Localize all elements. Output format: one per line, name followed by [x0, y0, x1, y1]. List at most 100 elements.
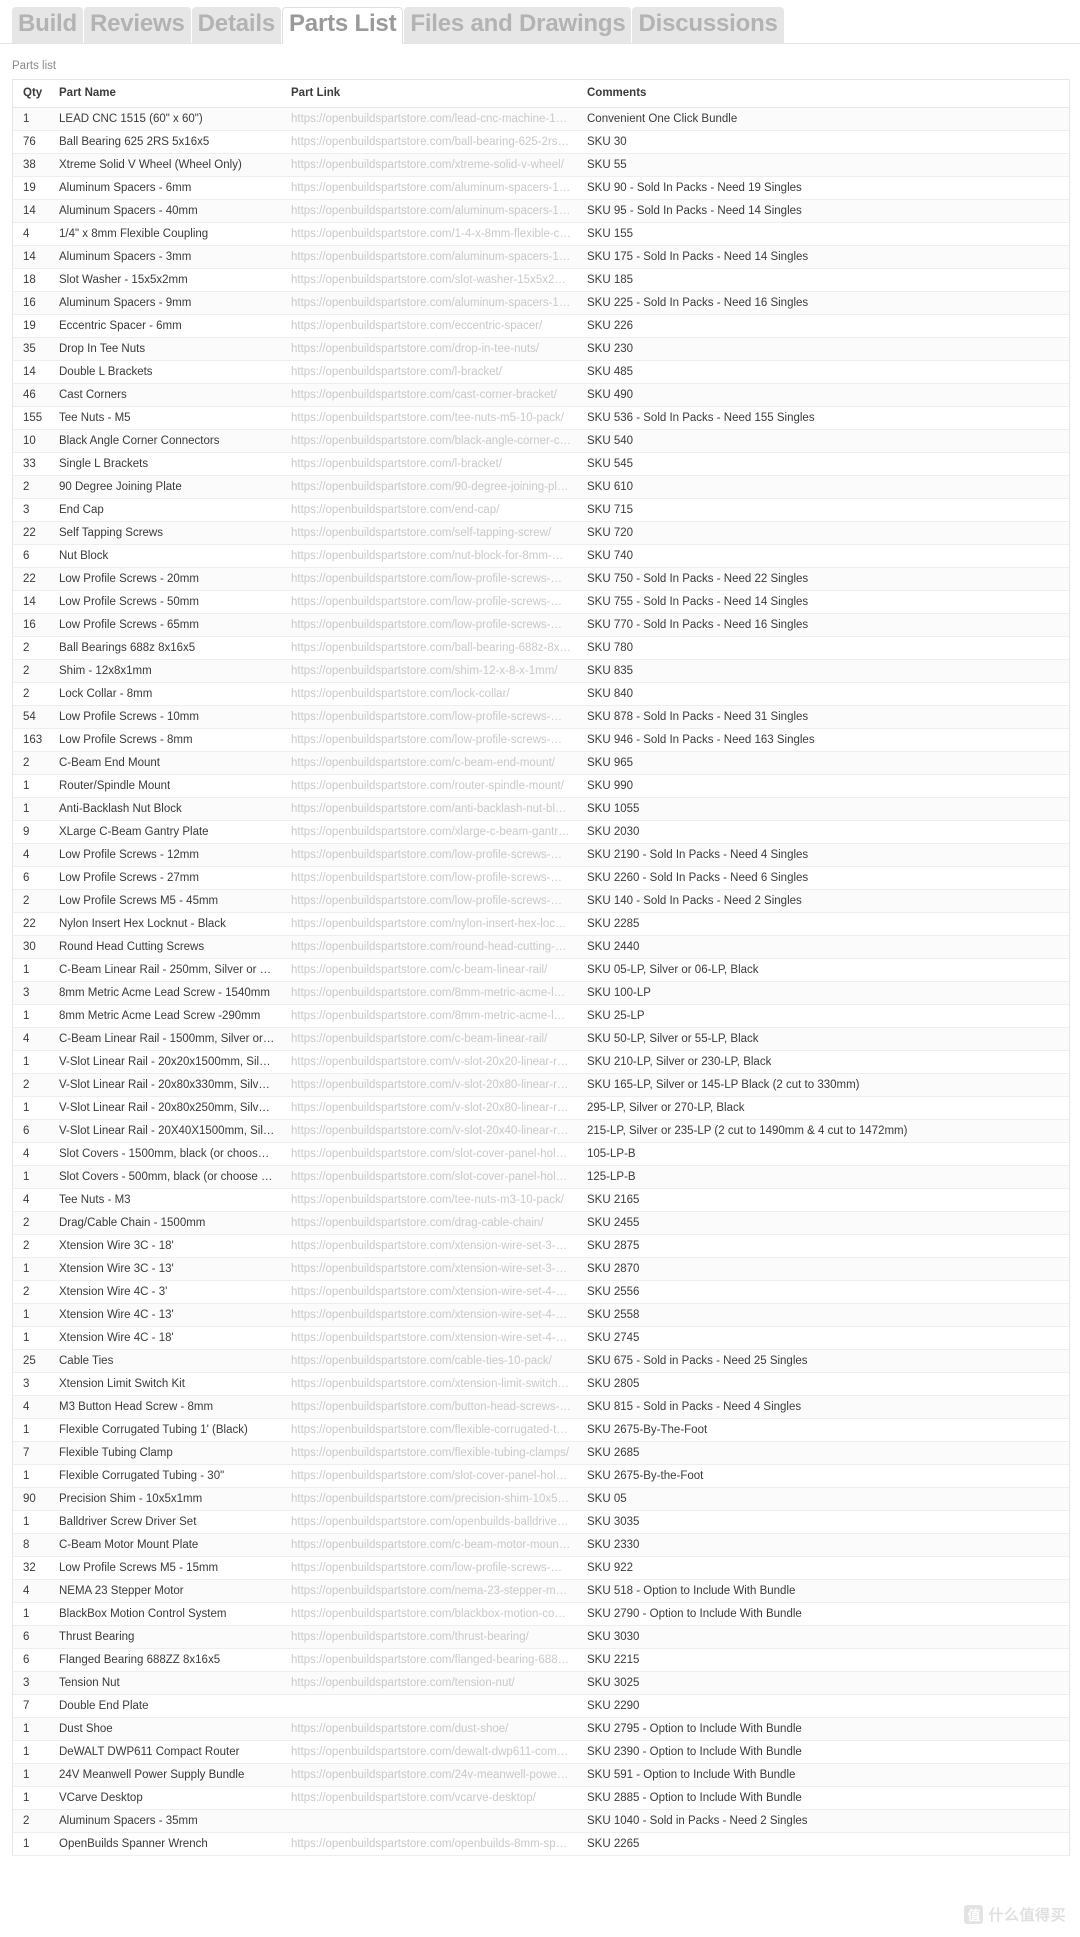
cell-qty: 2	[13, 636, 51, 660]
cell-name: Low Profile Screws M5 - 45mm	[51, 889, 283, 913]
cell-link[interactable]: https://openbuildspartstore.com/8mm-metr…	[283, 981, 579, 1005]
cell-link[interactable]: https://openbuildspartstore.com/blackbox…	[283, 1602, 579, 1626]
cell-link[interactable]: https://openbuildspartstore.com/slot-cov…	[283, 1165, 579, 1189]
cell-link[interactable]: https://openbuildspartstore.com/ball-bea…	[283, 636, 579, 660]
cell-link[interactable]: https://openbuildspartstore.com/xtension…	[283, 1280, 579, 1304]
tab-discussions[interactable]: Discussions	[632, 7, 784, 43]
cell-link[interactable]: https://openbuildspartstore.com/v-slot-2…	[283, 1096, 579, 1120]
cell-link[interactable]: https://openbuildspartstore.com/low-prof…	[283, 705, 579, 729]
cell-link[interactable]: https://openbuildspartstore.com/flexible…	[283, 1418, 579, 1442]
cell-link[interactable]: https://openbuildspartstore.com/dust-sho…	[283, 1717, 579, 1741]
cell-link[interactable]: https://openbuildspartstore.com/tension-…	[283, 1671, 579, 1695]
tab-files-and-drawings[interactable]: Files and Drawings	[404, 7, 632, 43]
cell-link[interactable]: https://openbuildspartstore.com/cast-cor…	[283, 383, 579, 407]
cell-link[interactable]: https://openbuildspartstore.com/v-slot-2…	[283, 1119, 579, 1143]
column-header-com[interactable]: Comments	[579, 80, 1069, 108]
cell-link[interactable]: https://openbuildspartstore.com/vcarve-d…	[283, 1786, 579, 1810]
cell-qty: 4	[13, 1188, 51, 1212]
cell-link[interactable]: https://openbuildspartstore.com/c-beam-l…	[283, 958, 579, 982]
cell-link[interactable]: https://openbuildspartstore.com/slot-cov…	[283, 1142, 579, 1166]
cell-link[interactable]: https://openbuildspartstore.com/aluminum…	[283, 176, 579, 200]
cell-link[interactable]: https://openbuildspartstore.com/shim-12-…	[283, 659, 579, 683]
cell-link[interactable]: https://openbuildspartstore.com/xtension…	[283, 1303, 579, 1327]
cell-link[interactable]: https://openbuildspartstore.com/tee-nuts…	[283, 1188, 579, 1212]
cell-link[interactable]: https://openbuildspartstore.com/low-prof…	[283, 728, 579, 752]
cell-link[interactable]: https://openbuildspartstore.com/low-prof…	[283, 843, 579, 867]
cell-link[interactable]: https://openbuildspartstore.com/cable-ti…	[283, 1349, 579, 1373]
cell-link[interactable]: https://openbuildspartstore.com/low-prof…	[283, 590, 579, 614]
cell-link[interactable]: https://openbuildspartstore.com/flexible…	[283, 1441, 579, 1465]
cell-link[interactable]: https://openbuildspartstore.com/router-s…	[283, 774, 579, 798]
cell-link[interactable]: https://openbuildspartstore.com/low-prof…	[283, 567, 579, 591]
cell-link[interactable]: https://openbuildspartstore.com/openbuil…	[283, 1510, 579, 1534]
cell-link[interactable]: https://openbuildspartstore.com/tee-nuts…	[283, 406, 579, 430]
cell-link[interactable]: https://openbuildspartstore.com/l-bracke…	[283, 452, 579, 476]
cell-link[interactable]: https://openbuildspartstore.com/nylon-in…	[283, 912, 579, 936]
cell-link[interactable]: https://openbuildspartstore.com/nema-23-…	[283, 1579, 579, 1603]
cell-link[interactable]: https://openbuildspartstore.com/l-bracke…	[283, 360, 579, 384]
tab-reviews[interactable]: Reviews	[84, 7, 191, 43]
cell-link[interactable]: https://openbuildspartstore.com/aluminum…	[283, 199, 579, 223]
cell-link[interactable]: https://openbuildspartstore.com/aluminum…	[283, 291, 579, 315]
cell-link[interactable]: https://openbuildspartstore.com/ball-bea…	[283, 130, 579, 154]
cell-link[interactable]: https://openbuildspartstore.com/black-an…	[283, 429, 579, 453]
cell-link[interactable]: https://openbuildspartstore.com/slot-cov…	[283, 1464, 579, 1488]
cell-link[interactable]: https://openbuildspartstore.com/lead-cnc…	[283, 107, 579, 131]
cell-link[interactable]: https://openbuildspartstore.com/xtreme-s…	[283, 153, 579, 177]
column-header-link[interactable]: Part Link	[283, 80, 579, 108]
cell-link[interactable]: https://openbuildspartstore.com/dewalt-d…	[283, 1740, 579, 1764]
cell-link[interactable]: https://openbuildspartstore.com/slot-was…	[283, 268, 579, 292]
cell-link[interactable]: https://openbuildspartstore.com/xtension…	[283, 1326, 579, 1350]
cell-qty: 1	[13, 1763, 51, 1787]
column-header-name[interactable]: Part Name	[51, 80, 283, 108]
cell-link[interactable]: https://openbuildspartstore.com/nut-bloc…	[283, 544, 579, 568]
cell-link[interactable]: https://openbuildspartstore.com/drop-in-…	[283, 337, 579, 361]
cell-link[interactable]: https://openbuildspartstore.com/c-beam-m…	[283, 1533, 579, 1557]
cell-link[interactable]: https://openbuildspartstore.com/low-prof…	[283, 889, 579, 913]
cell-link[interactable]: https://openbuildspartstore.com/button-h…	[283, 1395, 579, 1419]
column-header-qty[interactable]: Qty	[13, 80, 51, 108]
cell-link[interactable]: https://openbuildspartstore.com/xtension…	[283, 1234, 579, 1258]
cell-qty: 3	[13, 1671, 51, 1695]
cell-link[interactable]	[283, 1694, 579, 1718]
cell-link[interactable]: https://openbuildspartstore.com/low-prof…	[283, 866, 579, 890]
cell-link[interactable]: https://openbuildspartstore.com/24v-mean…	[283, 1763, 579, 1787]
cell-link[interactable]: https://openbuildspartstore.com/round-he…	[283, 935, 579, 959]
cell-link[interactable]: https://openbuildspartstore.com/flanged-…	[283, 1648, 579, 1672]
cell-com: SKU 2795 - Option to Include With Bundle	[579, 1717, 1069, 1741]
tab-parts-list[interactable]: Parts List	[281, 7, 404, 44]
cell-link[interactable]: https://openbuildspartstore.com/aluminum…	[283, 245, 579, 269]
cell-link[interactable]: https://openbuildspartstore.com/v-slot-2…	[283, 1050, 579, 1074]
tab-details[interactable]: Details	[191, 7, 281, 43]
cell-link[interactable]: https://openbuildspartstore.com/xtension…	[283, 1372, 579, 1396]
cell-com: SKU 740	[579, 544, 1069, 568]
cell-link[interactable]: https://openbuildspartstore.com/v-slot-2…	[283, 1073, 579, 1097]
cell-link[interactable]: https://openbuildspartstore.com/8mm-metr…	[283, 1004, 579, 1028]
cell-link[interactable]: https://openbuildspartstore.com/1-4-x-8m…	[283, 222, 579, 246]
table-row: 14 Aluminum Spacers - 3mm https://openbuil…	[13, 245, 1069, 269]
cell-link[interactable]: https://openbuildspartstore.com/xtension…	[283, 1257, 579, 1281]
tab-bar[interactable]: Build Reviews Details Parts List Files and D…	[0, 0, 1080, 44]
cell-link[interactable]: https://openbuildspartstore.com/self-tap…	[283, 521, 579, 545]
cell-link[interactable]: https://openbuildspartstore.com/eccentri…	[283, 314, 579, 338]
table-row: 38 Xtreme Solid V Wheel (Wheel Only) https…	[13, 153, 1069, 177]
cell-link[interactable]: https://openbuildspartstore.com/end-cap/	[283, 498, 579, 522]
cell-link[interactable]: https://openbuildspartstore.com/precisio…	[283, 1487, 579, 1511]
cell-link[interactable]: https://openbuildspartstore.com/low-prof…	[283, 1556, 579, 1580]
cell-link[interactable]: https://openbuildspartstore.com/lock-col…	[283, 682, 579, 706]
cell-link[interactable]: https://openbuildspartstore.com/anti-bac…	[283, 797, 579, 821]
cell-com: SKU 675 - Sold in Packs - Need 25 Single…	[579, 1349, 1069, 1373]
tab-build[interactable]: Build	[12, 7, 83, 43]
cell-link[interactable]: https://openbuildspartstore.com/90-degre…	[283, 475, 579, 499]
cell-link[interactable]: https://openbuildspartstore.com/thrust-b…	[283, 1625, 579, 1649]
cell-link[interactable]: https://openbuildspartstore.com/drag-cab…	[283, 1211, 579, 1235]
cell-link[interactable]: https://openbuildspartstore.com/c-beam-e…	[283, 751, 579, 775]
cell-link[interactable]: https://openbuildspartstore.com/c-beam-l…	[283, 1027, 579, 1051]
table-row: 1 Xtension Wire 4C - 13' https://openbuild…	[13, 1303, 1069, 1327]
cell-link[interactable]: https://openbuildspartstore.com/low-prof…	[283, 613, 579, 637]
cell-link[interactable]: https://openbuildspartstore.com/openbuil…	[283, 1832, 579, 1856]
cell-link[interactable]	[283, 1809, 579, 1833]
cell-qty: 35	[13, 337, 51, 361]
cell-qty: 10	[13, 429, 51, 453]
cell-link[interactable]: https://openbuildspartstore.com/xlarge-c…	[283, 820, 579, 844]
